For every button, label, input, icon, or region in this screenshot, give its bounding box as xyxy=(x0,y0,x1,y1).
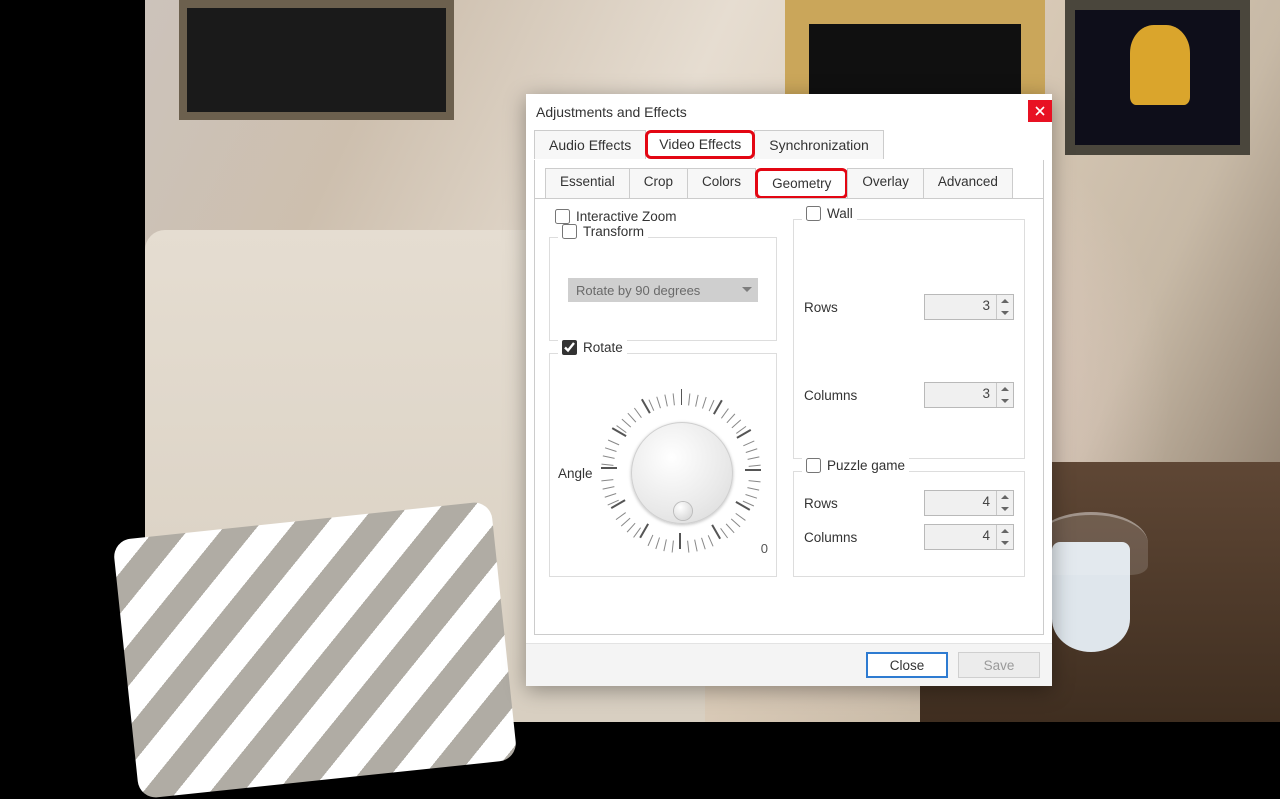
wall-cols-label: Columns xyxy=(804,388,857,403)
puzzle-rows-label: Rows xyxy=(804,496,838,511)
tab-overlay[interactable]: Overlay xyxy=(847,168,924,199)
wall-group: Wall Rows 3 Columns 3 xyxy=(793,219,1025,459)
spin-down-icon[interactable] xyxy=(997,537,1013,549)
transform-group: Transform Rotate by 90 degrees xyxy=(549,237,777,341)
adjustments-effects-dialog: Adjustments and Effects Audio Effects Vi… xyxy=(526,94,1052,686)
spin-up-icon[interactable] xyxy=(997,525,1013,537)
main-tabstrip: Audio Effects Video Effects Synchronizat… xyxy=(526,130,1052,160)
spin-down-icon[interactable] xyxy=(997,503,1013,515)
tab-essential[interactable]: Essential xyxy=(545,168,630,199)
transform-select-value: Rotate by 90 degrees xyxy=(576,283,700,298)
dialog-titlebar: Adjustments and Effects xyxy=(526,94,1052,130)
wall-label: Wall xyxy=(827,206,853,221)
tab-audio-effects[interactable]: Audio Effects xyxy=(534,130,646,159)
puzzle-checkbox[interactable]: Puzzle game xyxy=(802,458,909,473)
tab-geometry[interactable]: Geometry xyxy=(755,168,848,199)
rotate-label: Rotate xyxy=(583,340,623,355)
spin-down-icon[interactable] xyxy=(997,307,1013,319)
close-icon[interactable] xyxy=(1028,100,1052,122)
angle-dial[interactable]: 0 xyxy=(597,388,766,558)
spin-up-icon[interactable] xyxy=(997,295,1013,307)
tab-crop[interactable]: Crop xyxy=(629,168,688,199)
dialog-title: Adjustments and Effects xyxy=(536,104,687,120)
dialog-button-bar: Close Save xyxy=(526,643,1052,686)
rotate-checkbox[interactable]: Rotate xyxy=(558,340,627,355)
video-effects-panel: Essential Crop Colors Geometry Overlay A… xyxy=(534,160,1044,635)
puzzle-label: Puzzle game xyxy=(827,458,905,473)
angle-label: Angle xyxy=(558,466,593,481)
geometry-panel: Interactive Zoom Transform Rotate by 90 … xyxy=(535,198,1043,631)
wall-rows-input[interactable]: 3 xyxy=(924,294,1014,320)
puzzle-group: Puzzle game Rows 4 Columns 4 xyxy=(793,471,1025,577)
interactive-zoom-label: Interactive Zoom xyxy=(576,209,677,224)
transform-label: Transform xyxy=(583,224,644,239)
puzzle-rows-input[interactable]: 4 xyxy=(924,490,1014,516)
close-button[interactable]: Close xyxy=(866,652,948,678)
transform-checkbox[interactable]: Transform xyxy=(558,224,648,239)
save-button: Save xyxy=(958,652,1040,678)
spin-up-icon[interactable] xyxy=(997,491,1013,503)
puzzle-cols-label: Columns xyxy=(804,530,857,545)
wall-checkbox[interactable]: Wall xyxy=(802,206,857,221)
interactive-zoom-checkbox[interactable]: Interactive Zoom xyxy=(555,209,677,224)
spin-up-icon[interactable] xyxy=(997,383,1013,395)
tab-synchronization[interactable]: Synchronization xyxy=(754,130,884,159)
spin-down-icon[interactable] xyxy=(997,395,1013,407)
tab-video-effects[interactable]: Video Effects xyxy=(645,130,755,159)
rotate-group: Rotate Angle 0 xyxy=(549,353,777,577)
tab-advanced[interactable]: Advanced xyxy=(923,168,1013,199)
transform-select[interactable]: Rotate by 90 degrees xyxy=(568,278,758,302)
tab-colors[interactable]: Colors xyxy=(687,168,756,199)
wall-rows-label: Rows xyxy=(804,300,838,315)
angle-zero-label: 0 xyxy=(761,541,768,556)
puzzle-cols-input[interactable]: 4 xyxy=(924,524,1014,550)
wall-cols-input[interactable]: 3 xyxy=(924,382,1014,408)
video-effects-subtabs: Essential Crop Colors Geometry Overlay A… xyxy=(535,168,1043,199)
